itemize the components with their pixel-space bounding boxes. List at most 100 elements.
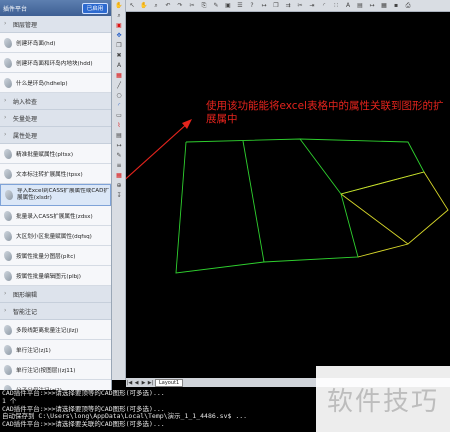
tab-first-icon[interactable]: |◀: [126, 379, 133, 386]
command-label: 单行注记(zj1): [16, 347, 51, 354]
command-label: 按属性批量编辑图元(plbj): [16, 273, 81, 280]
edit-icon[interactable]: ✎: [211, 1, 221, 10]
parcel-yellow-divider[interactable]: [340, 193, 409, 245]
circle-icon[interactable]: ○: [113, 91, 125, 100]
array-icon[interactable]: ∷: [331, 1, 341, 10]
zoom-icon[interactable]: ⌕: [113, 11, 125, 20]
drawing-svg: [126, 119, 449, 274]
parcel-divider-1[interactable]: [242, 140, 265, 263]
panel-command-item[interactable]: 精准批量赋属性(pltsx): [0, 144, 111, 164]
panel-command-item[interactable]: 按属性批量分图层(pltc): [0, 246, 111, 266]
command-label: 创建环岛面(hd): [16, 40, 56, 47]
parcel-divider-2[interactable]: [299, 138, 342, 195]
panel-section[interactable]: › 矢量处理: [0, 110, 111, 127]
undo-icon[interactable]: ↶: [163, 1, 173, 10]
dim-icon[interactable]: ↦: [113, 141, 125, 150]
table-icon[interactable]: ▦: [113, 171, 125, 180]
note-icon[interactable]: ✎: [113, 151, 125, 160]
block-icon[interactable]: ▦: [379, 1, 389, 10]
panel-title: 插件平台: [3, 5, 28, 13]
panel-command-item[interactable]: 创建环岛面和环岛内地块(hdd): [0, 53, 111, 73]
panel-command-item[interactable]: 什么是环岛(hdhelp): [0, 73, 111, 93]
save-icon[interactable]: ▪: [391, 1, 401, 10]
section-label: 纳入检查: [13, 98, 38, 106]
panel-section[interactable]: › 图形编辑: [0, 286, 111, 303]
dim-icon[interactable]: ↦: [367, 1, 377, 10]
measure-icon[interactable]: ↦: [259, 1, 269, 10]
command-label: 单行注记(按图层)(zj11): [16, 367, 76, 374]
offset-icon[interactable]: ⇉: [283, 1, 293, 10]
extend-icon[interactable]: ⇥: [307, 1, 317, 10]
panel-command-item[interactable]: 导入Excel到CASS扩展属性或CAD扩展属性(xlsdr): [0, 184, 111, 206]
panel-command-item[interactable]: 单行注记(zj1): [0, 340, 111, 360]
panel-section[interactable]: › 纳入检查: [0, 93, 111, 110]
tab-prev-icon[interactable]: ◀: [133, 379, 140, 386]
panel-title-bar: 插件平台 已启用: [0, 0, 111, 16]
polyline-icon[interactable]: ⌇: [113, 121, 125, 130]
panel-command-item[interactable]: 大区划小区批量赋属性(dqfsq): [0, 226, 111, 246]
leaf-icon: [4, 77, 12, 88]
tab-last-icon[interactable]: ▶|: [147, 379, 154, 386]
panel-command-item[interactable]: 文本标注转扩展属性(tpsx): [0, 164, 111, 184]
panel-section[interactable]: › 智能注记: [0, 303, 111, 320]
prop-icon[interactable]: ☰: [235, 1, 245, 10]
cut-icon[interactable]: ✂: [187, 1, 197, 10]
redo-icon[interactable]: ↷: [175, 1, 185, 10]
copy-icon[interactable]: ❐: [271, 1, 281, 10]
command-label: 文本标注转扩展属性(tpsx): [16, 171, 83, 178]
move-icon[interactable]: ✥: [113, 31, 125, 40]
panel-section[interactable]: › 属性处理: [0, 127, 111, 144]
layer-icon[interactable]: ▣: [113, 21, 125, 30]
text-icon[interactable]: A: [343, 1, 353, 10]
drawing-canvas[interactable]: [126, 12, 450, 378]
insert-icon[interactable]: ⊕: [113, 181, 125, 190]
attr-icon[interactable]: ≡: [113, 161, 125, 170]
print-icon[interactable]: ⎙: [403, 1, 413, 10]
section-label: 矢量处理: [13, 115, 38, 123]
section-arrow-icon: ›: [4, 97, 7, 104]
copy-icon[interactable]: ❐: [113, 41, 125, 50]
leaf-icon: [4, 270, 12, 281]
arrow-icon[interactable]: ↖: [127, 1, 137, 10]
rect-icon[interactable]: ▭: [113, 111, 125, 120]
panel-command-item[interactable]: 创建环岛面(hd): [0, 33, 111, 53]
panel-command-item[interactable]: 多段线距离批量注记(jlzj): [0, 320, 111, 340]
measure-icon[interactable]: ↧: [113, 191, 125, 200]
zoom-icon[interactable]: ⌕: [151, 1, 161, 10]
section-arrow-icon: ›: [4, 290, 7, 297]
leaf-icon: [5, 190, 13, 200]
hatch-icon[interactable]: ▤: [355, 1, 365, 10]
erase-icon[interactable]: ✖: [113, 51, 125, 60]
enabled-toggle-button[interactable]: 已启用: [82, 2, 108, 14]
trim-icon[interactable]: ✂: [295, 1, 305, 10]
parcel-yellow-outline[interactable]: [340, 171, 449, 258]
layer-icon[interactable]: ▣: [223, 1, 233, 10]
section-arrow-icon: ›: [4, 114, 7, 121]
text-icon[interactable]: A: [113, 61, 125, 70]
help-icon[interactable]: ?: [247, 1, 257, 10]
pan-icon[interactable]: ✋: [113, 1, 125, 10]
command-label: 精准批量赋属性(pltsx): [16, 151, 74, 158]
leaf-icon: [4, 168, 12, 179]
pan-icon[interactable]: ✋: [139, 1, 149, 10]
parcel-outline[interactable]: [175, 138, 425, 274]
fillet-icon[interactable]: ◜: [319, 1, 329, 10]
panel-section[interactable]: › 图层管理: [0, 16, 111, 33]
panel-command-item[interactable]: 分子分母注记(zj2): [0, 380, 111, 390]
section-arrow-icon: ›: [4, 307, 7, 314]
panel-command-item[interactable]: 按属性批量编辑图元(plbj): [0, 266, 111, 286]
tab-layout1[interactable]: Layout1: [155, 378, 184, 387]
tab-next-icon[interactable]: ▶: [140, 379, 147, 386]
hatch-icon[interactable]: ▤: [113, 131, 125, 140]
watermark: 软件技巧: [326, 386, 439, 417]
panel-command-item[interactable]: 批量录入CASS扩展属性(zdsx): [0, 206, 111, 226]
annotation-arrow: [126, 119, 192, 180]
block-icon[interactable]: ▦: [113, 71, 125, 80]
panel-command-item[interactable]: 单行注记(按图层)(zj11): [0, 360, 111, 380]
arc-icon[interactable]: ◜: [113, 101, 125, 110]
watermark-box: 软件技巧: [316, 366, 450, 432]
leaf-icon: [4, 250, 12, 261]
line-icon[interactable]: ╱: [113, 81, 125, 90]
leaf-icon: [4, 344, 12, 355]
paste-icon[interactable]: ⎘: [199, 1, 209, 10]
